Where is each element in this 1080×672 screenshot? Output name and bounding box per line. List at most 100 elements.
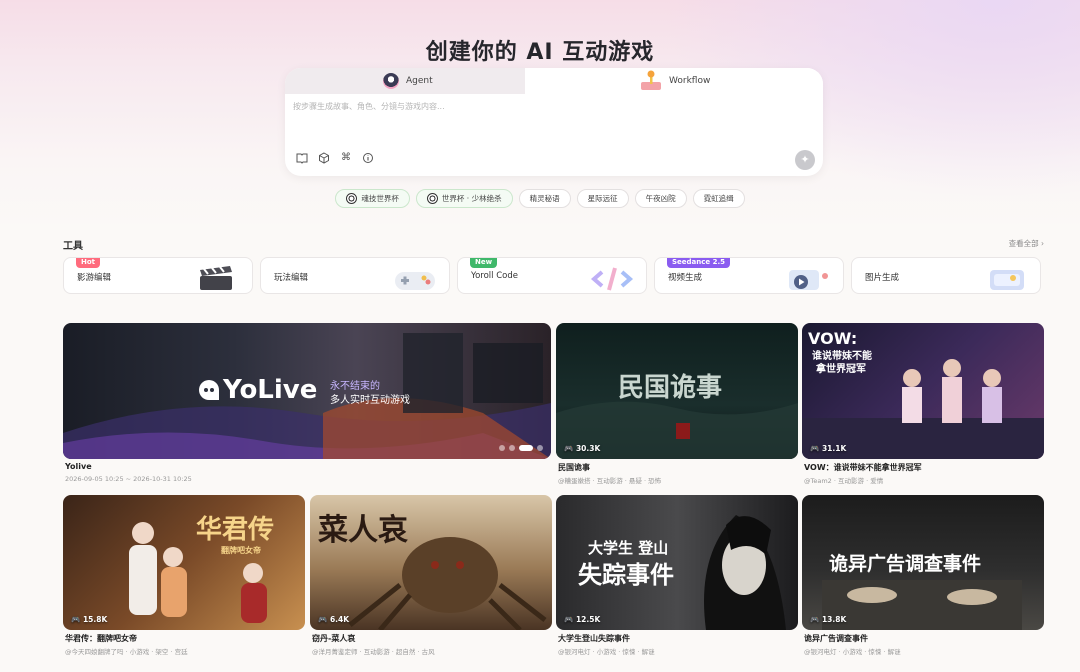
game-card[interactable]: 诡异广告调查事件 🎮 13.8K <box>802 495 1044 630</box>
chip-label: 午夜凶院 <box>645 194 676 203</box>
seedance-badge: Seedance 2.5 <box>667 258 730 268</box>
tool-image-generate[interactable]: 图片生成 <box>851 257 1041 294</box>
cover-title: 诡异广告调查事件 <box>829 553 982 575</box>
game-card[interactable]: 民国诡事 🎮 30.3K <box>556 323 798 459</box>
carousel-dot-active[interactable] <box>519 445 533 451</box>
command-icon[interactable]: ⌘ <box>340 152 352 164</box>
cover-title-1: VOW: <box>808 329 858 348</box>
robot-icon <box>383 73 399 89</box>
cover-title-3: 拿世界冠军 <box>816 364 866 375</box>
chip-label: 魂技世界杯 <box>361 194 399 203</box>
carousel-dot[interactable] <box>499 445 505 451</box>
game-card[interactable]: 大学生 登山 失踪事件 🎮 12.5K <box>556 495 798 630</box>
tab-workflow-label: Workflow <box>669 76 711 86</box>
suggestion-chips: 魂技世界杯 世界杯 · 少林绝杀 精灵秘语 星际远征 午夜凶院 霓虹追缉 <box>0 189 1080 208</box>
tool-label: 图片生成 <box>865 273 900 283</box>
tool-label: 视频生成 <box>668 273 703 283</box>
carousel-dot[interactable] <box>509 445 515 451</box>
card-title[interactable]: 诡异广告调查事件 <box>804 633 868 644</box>
book-icon[interactable] <box>296 152 308 164</box>
play-count: 🎮 12.5K <box>564 615 600 624</box>
card-title[interactable]: VOW：谁说带妹不能拿世界冠军 <box>804 462 922 473</box>
card-meta: @今天四娘翻牌了吗 · 小游戏 · 架空 · 宫廷 <box>65 648 188 656</box>
cover-title: 菜人哀 <box>318 513 408 548</box>
yolive-logo-icon <box>199 380 219 400</box>
code-icon <box>590 267 634 291</box>
chip-suggestion[interactable]: 霓虹追缉 <box>692 189 745 208</box>
cover-title: 民国诡事 <box>618 373 723 403</box>
tool-label: 玩法编辑 <box>274 273 309 283</box>
chip-suggestion[interactable]: 世界杯 · 少林绝杀 <box>415 189 513 208</box>
carousel-dot[interactable] <box>537 445 543 451</box>
video-play-icon <box>789 270 828 290</box>
gamepad-icon: 🎮 <box>810 444 822 453</box>
image-icon <box>990 270 1024 290</box>
game-card[interactable]: 菜人哀 🎮 6.4K <box>310 495 552 630</box>
prompt-toolbar: ⌘ <box>296 152 374 164</box>
card-title[interactable]: 窃丹-菜人哀 <box>312 633 355 644</box>
card-title[interactable]: 华君传：翻牌吧女帝 <box>65 633 137 644</box>
gamepad-icon: 🎮 <box>318 615 330 624</box>
card-title[interactable]: 大学生登山失踪事件 <box>558 633 630 644</box>
play-count: 🎮 13.8K <box>810 615 846 624</box>
joystick-icon <box>641 70 661 90</box>
chip-label: 精灵秘语 <box>529 194 560 203</box>
play-count-value: 31.1K <box>821 444 847 453</box>
tagline-2: 多人实时互动游戏 <box>330 395 410 406</box>
play-count: 🎮 31.1K <box>810 444 846 453</box>
see-all-link[interactable]: 查看全部 › <box>1009 238 1044 249</box>
gamepad-icon: 🎮 <box>71 615 83 624</box>
info-icon[interactable] <box>362 152 374 164</box>
cover-subtitle: 翻牌吧女帝 <box>221 545 261 555</box>
tools-section-title: 工具 <box>63 241 83 252</box>
page-title: 创建你的 AI 互动游戏 <box>425 40 655 65</box>
see-all-label: 查看全部 <box>1008 239 1039 248</box>
tab-agent-label: Agent <box>406 76 433 86</box>
tool-video-generate[interactable]: Seedance 2.5 视频生成 <box>654 257 844 294</box>
play-count-value: 6.4K <box>329 615 350 624</box>
card-title[interactable]: 民国诡事 <box>558 462 590 473</box>
feature-title[interactable]: Yolive <box>65 462 92 471</box>
tagline-1: 永不结束的 <box>330 381 380 392</box>
chevron-right-icon: › <box>1041 239 1044 248</box>
game-card[interactable]: VOW: 谁说带妹不能 拿世界冠军 🎮 31.1K <box>802 323 1044 459</box>
chip-label: 星际远征 <box>587 194 618 203</box>
soccer-ball-icon <box>426 193 438 204</box>
gamepad-icon <box>395 272 435 290</box>
play-count-value: 30.3K <box>575 444 601 453</box>
tool-gameplay-edit[interactable]: 玩法编辑 <box>260 257 450 294</box>
hot-badge: Hot <box>76 258 101 268</box>
chip-suggestion[interactable]: 星际远征 <box>576 189 629 208</box>
feature-banner[interactable]: YoLive 永不结束的 多人实时互动游戏 <box>63 323 551 459</box>
sparkle-send-button[interactable]: ✦ <box>795 150 815 170</box>
cover-title: 华君传 <box>196 515 275 545</box>
tools-row: Hot 影游编辑 玩法编辑 New Yoroll Code Seedance 2… <box>63 257 1041 294</box>
game-card[interactable]: 华君传 翻牌吧女帝 🎮 15.8K <box>63 495 305 630</box>
chip-label: 霓虹追缉 <box>703 194 734 203</box>
play-count-value: 13.8K <box>821 615 847 624</box>
play-count: 🎮 30.3K <box>564 444 600 453</box>
cover-title-2: 失踪事件 <box>578 560 674 589</box>
prompt-input[interactable]: 按步骤生成故事、角色、分镜与游戏内容... <box>293 101 445 112</box>
chip-suggestion[interactable]: 魂技世界杯 <box>335 189 410 208</box>
clapperboard-icon <box>200 266 232 290</box>
card-meta: @银河电灯 · 小游戏 · 惊悚 · 解谜 <box>558 648 655 656</box>
card-meta: @糟蛋嫩搭 · 互动影游 · 悬疑 · 恐怖 <box>558 477 662 485</box>
gamepad-icon: 🎮 <box>564 615 576 624</box>
chip-suggestion[interactable]: 午夜凶院 <box>634 189 687 208</box>
feature-date: 2026-09-05 10:25 ~ 2026-10-31 10:25 <box>65 475 192 483</box>
cube-icon[interactable] <box>318 152 330 164</box>
carousel-dots[interactable] <box>499 445 543 451</box>
play-count: 🎮 15.8K <box>71 615 107 624</box>
play-count-value: 12.5K <box>575 615 601 624</box>
gamepad-icon: 🎮 <box>810 615 822 624</box>
prompt-tabs: Agent Workflow <box>285 68 823 94</box>
chip-suggestion[interactable]: 精灵秘语 <box>518 189 571 208</box>
tool-yoroll-code[interactable]: New Yoroll Code <box>457 257 647 294</box>
card-meta: @Team2 · 互动影游 · 爱情 <box>804 477 884 485</box>
chip-label: 世界杯 · 少林绝杀 <box>441 194 502 203</box>
soccer-ball-icon <box>346 193 358 204</box>
play-count-value: 15.8K <box>82 615 108 624</box>
tool-video-game-edit[interactable]: Hot 影游编辑 <box>63 257 253 294</box>
play-count: 🎮 6.4K <box>318 615 349 624</box>
